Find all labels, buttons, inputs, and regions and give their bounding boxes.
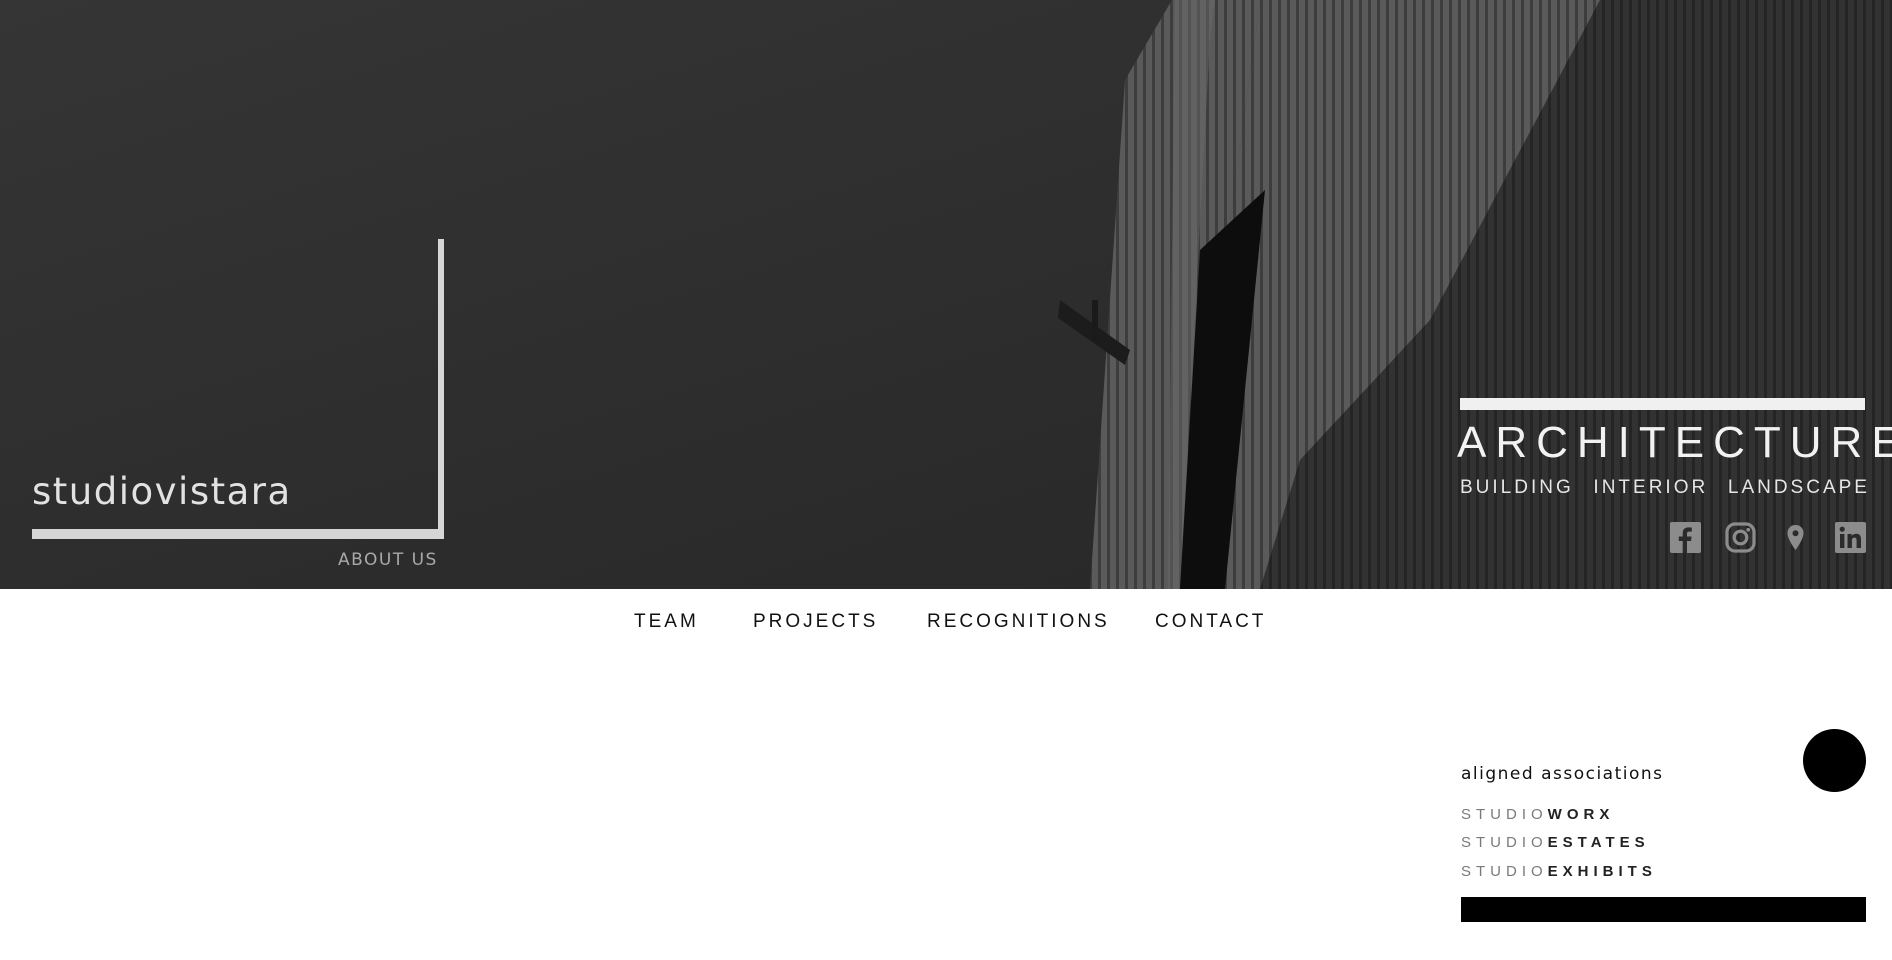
- social-links: [1670, 522, 1866, 553]
- association-suffix: ESTATES: [1547, 834, 1650, 851]
- nav-projects[interactable]: PROJECTS: [753, 611, 878, 633]
- architecture-title: ARCHITECTURE: [1457, 418, 1892, 467]
- associations-title: aligned associations: [1461, 764, 1664, 784]
- linkedin-icon[interactable]: [1835, 522, 1866, 553]
- associations-bar: [1461, 897, 1866, 922]
- instagram-icon[interactable]: [1725, 522, 1756, 553]
- architecture-accent-bar: [1460, 398, 1865, 410]
- association-prefix: STUDIO: [1461, 806, 1548, 823]
- hero-banner: studiovistara ABOUT US ARCHITECTURE BUIL…: [0, 0, 1892, 589]
- floating-action-button[interactable]: [1803, 729, 1866, 792]
- association-suffix: EXHIBITS: [1547, 863, 1657, 880]
- subtitle-building: BUILDING: [1460, 477, 1574, 498]
- nav-recognitions[interactable]: RECOGNITIONS: [927, 611, 1110, 633]
- association-link-exhibits[interactable]: STUDIOEXHIBITS: [1461, 863, 1657, 880]
- brand-frame-vertical: [438, 239, 444, 539]
- association-suffix: WORX: [1547, 806, 1615, 823]
- nav-contact[interactable]: CONTACT: [1155, 611, 1266, 633]
- association-link-estates[interactable]: STUDIOESTATES: [1461, 834, 1650, 851]
- architecture-subtitles: BUILDING INTERIOR LANDSCAPE: [1460, 477, 1870, 499]
- brand-frame-horizontal: [32, 529, 444, 539]
- location-pin-icon[interactable]: [1780, 522, 1811, 553]
- association-prefix: STUDIO: [1461, 834, 1548, 851]
- subtitle-landscape: LANDSCAPE: [1727, 477, 1870, 498]
- main-nav: TEAM PROJECTS RECOGNITIONS CONTACT: [0, 589, 1892, 655]
- brand-name[interactable]: studiovistara: [32, 470, 292, 513]
- about-us-link[interactable]: ABOUT US: [338, 550, 438, 570]
- association-link-worx[interactable]: STUDIOWORX: [1461, 806, 1614, 823]
- association-prefix: STUDIO: [1461, 863, 1548, 880]
- nav-team[interactable]: TEAM: [634, 611, 699, 633]
- subtitle-interior: INTERIOR: [1593, 477, 1709, 498]
- facebook-icon[interactable]: [1670, 522, 1701, 553]
